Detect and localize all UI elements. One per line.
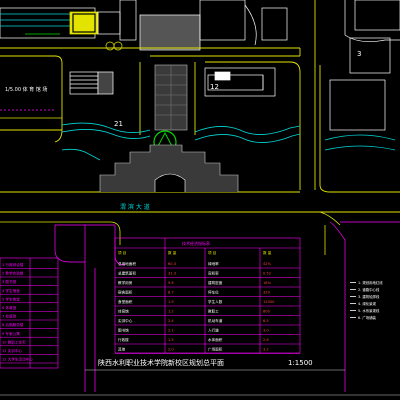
center-table-cell: 2.4 — [168, 319, 174, 323]
left-legend-row: 10 教职工住宅 — [2, 339, 26, 344]
center-table-cell: 42% — [263, 262, 272, 266]
center-table-cell: 9.6 — [168, 281, 174, 285]
building-label-12: 12 — [210, 83, 219, 91]
center-table-cell: 1.2 — [168, 310, 174, 314]
right-legend-item: 3. 建筑轮廓线 — [358, 294, 380, 299]
center-table-cell: 实训中心 — [118, 318, 133, 323]
right-legend-item: 2. 道路中心线 — [358, 287, 380, 292]
right-legend-item: 6. 广场铺装 — [358, 315, 376, 320]
center-data-table — [114, 237, 301, 354]
left-legend-row: 7 校医院 — [2, 314, 17, 319]
road-name-label: 渭 滨 大 道 — [120, 203, 150, 211]
center-table-cell: 6.5 — [263, 319, 269, 323]
center-table-cell: 3.0 — [263, 329, 269, 333]
left-legend-rows: 1 行政综合楼 2 教学实验楼 3 图书馆 4 学生宿舍 5 学生食堂 6 体育馆 7 校医… — [0, 262, 58, 364]
left-legend-row: 4 学生宿舍 — [2, 288, 20, 293]
center-table-cell: 容积率 — [208, 271, 219, 276]
left-area-label: 1/5.00 体 育 馆 场 — [5, 86, 47, 93]
center-table-cell: 60.3 — [168, 262, 176, 266]
center-table-col-header: 数 量 — [263, 250, 272, 255]
right-legend: 1. 规划用地红线 2. 道路中心线 3. 建筑轮廓线 4. 绿化景观 5. 水系景观线… — [350, 280, 383, 320]
left-legend-row: 8 后勤服务楼 — [2, 322, 24, 327]
building-label-3: 3 — [357, 50, 361, 58]
center-table-cell: 2.1 — [168, 329, 174, 333]
left-legend-row: 9 专家公寓 — [2, 331, 20, 336]
right-legend-item: 5. 水系景观线 — [358, 308, 380, 313]
left-legend-row: 2 教学实验楼 — [2, 271, 24, 276]
lower-road-edges — [0, 211, 341, 255]
center-table-col-header: 数 量 — [168, 250, 177, 255]
center-table-cell: 体育馆 — [118, 309, 129, 314]
drawing-title: 陕西水利职业技术学院新校区规划总平面 — [98, 358, 224, 367]
center-table-cell: 行政楼 — [118, 337, 129, 342]
center-table-cell: 总建筑面积 — [118, 271, 136, 276]
center-table-cell: 8.7 — [168, 291, 174, 295]
drawing-scale: 1:1500 — [288, 359, 313, 367]
center-table-col-header: 项 目 — [208, 250, 216, 255]
center-table-cell: 人行道 — [208, 328, 219, 333]
left-legend-row: 5 学生食堂 — [2, 296, 20, 301]
center-table-cell: 广场面积 — [208, 347, 223, 352]
center-table-cell: 学生人数 — [208, 299, 223, 304]
center-table-cell: 1.5 — [168, 338, 174, 342]
left-legend-row: 12 大学生活动中心 — [2, 357, 33, 362]
center-table-cell: 18% — [263, 281, 272, 285]
right-legend-item: 1. 规划用地红线 — [358, 280, 383, 285]
building-label-21: 21 — [114, 120, 123, 128]
center-table-cell: 1.9 — [168, 300, 174, 304]
right-side-complex — [0, 37, 396, 151]
center-table-cell: 总用地面积 — [118, 261, 136, 266]
center-table-cell: 机动车道 — [208, 318, 223, 323]
center-table-rows: 项 目 数 量 项 目 数 量总用地面积 60.3 绿地率 42% 总建筑面积 31.3 容积率 0… — [115, 250, 300, 354]
center-table-cell: 2.0 — [168, 348, 174, 352]
cad-drawing-canvas: 1 行政综合楼 2 教学实验楼 3 图书馆 4 学生宿舍 5 学生食堂 6 体育馆 7 校医… — [0, 0, 400, 400]
left-legend-row: 6 体育馆 — [2, 305, 17, 310]
center-table-header: 技术经济指标表 — [182, 240, 210, 246]
center-table-cell: 水体面积 — [208, 337, 223, 342]
right-legend-item: 4. 绿化景观 — [358, 301, 376, 306]
site-plan-drawing: 1 行政综合楼 2 教学实验楼 3 图书馆 4 学生宿舍 5 学生食堂 6 体育馆 7 校医… — [0, 0, 400, 396]
center-table-cell: 320 — [263, 291, 271, 295]
top-left-building-complex — [0, 0, 400, 51]
center-table-cell: 2.6 — [263, 338, 269, 342]
left-legend-row: 11 实训中心 — [2, 348, 22, 353]
center-table-cell: 教学用房 — [118, 280, 133, 285]
left-legend-row: 1 行政综合楼 — [2, 262, 24, 267]
center-table-cell: 绿地率 — [208, 261, 219, 266]
center-table-cell: 宿舍面积 — [118, 290, 133, 295]
building-12-block — [204, 67, 276, 97]
center-table-cell: 12000 — [263, 300, 275, 304]
center-table-cell: 建筑密度 — [208, 280, 223, 285]
center-table-cell: 停车位 — [208, 290, 219, 295]
left-legend-row: 3 图书馆 — [2, 279, 17, 284]
center-table-cell: 3.2 — [263, 348, 269, 352]
center-table-cell: 其他 — [118, 347, 126, 352]
bottom-frame — [0, 369, 400, 396]
center-table-cell: 教职工 — [208, 309, 219, 314]
center-table-cell: 800 — [263, 310, 271, 314]
center-table-cell: 0.52 — [263, 272, 271, 276]
center-table-cell: 31.3 — [168, 272, 176, 276]
center-table-col-header: 项 目 — [118, 250, 126, 255]
center-table-cell: 图书馆 — [118, 328, 129, 333]
center-table-cell: 食堂面积 — [118, 299, 133, 304]
